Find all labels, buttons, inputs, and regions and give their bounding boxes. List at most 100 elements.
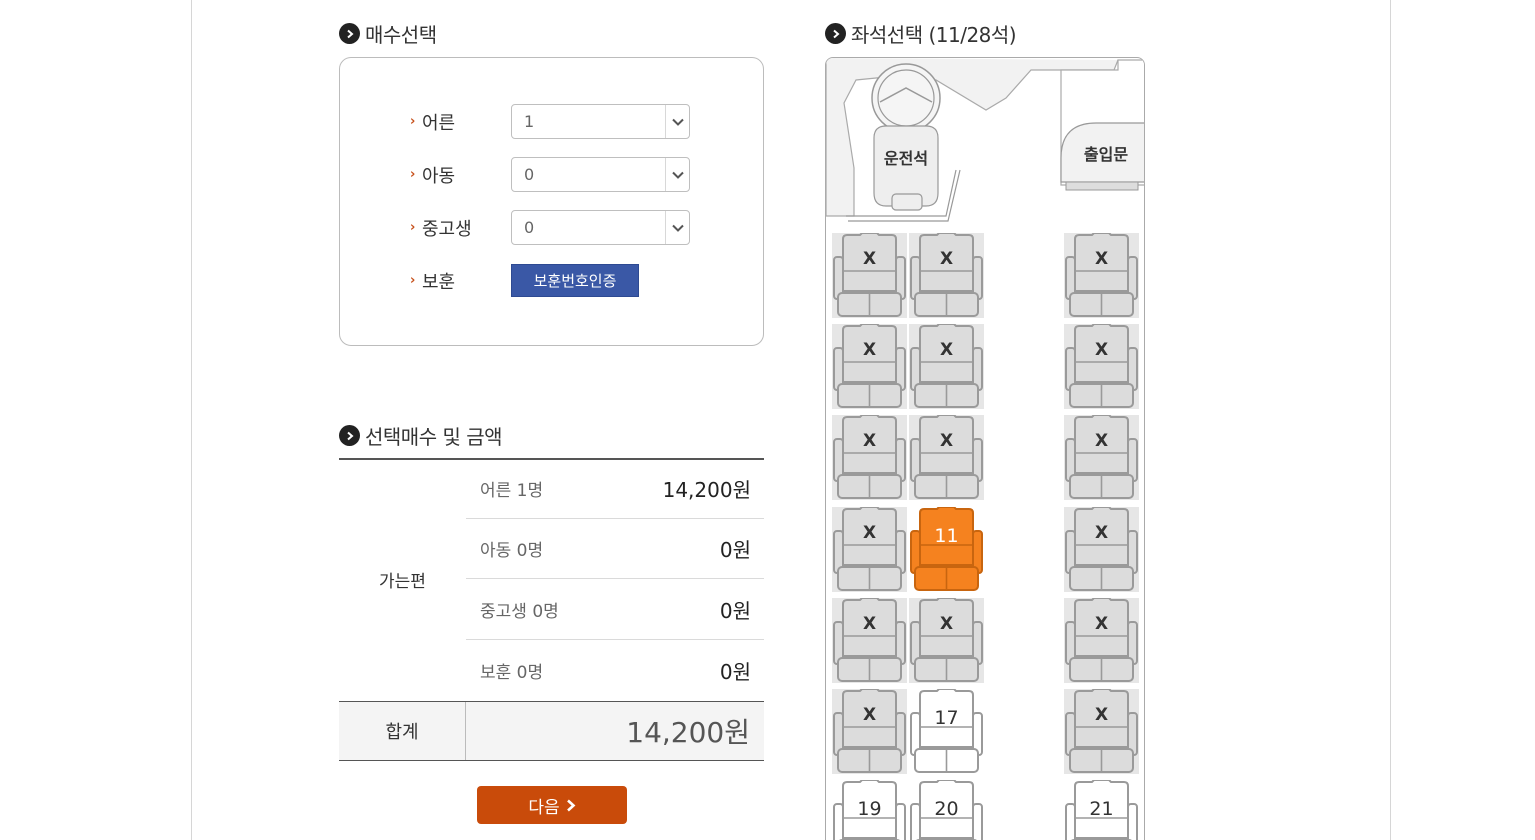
seat-shape [910, 689, 983, 773]
ticket-count-title: 매수선택 [339, 19, 437, 48]
seat-shape [909, 415, 984, 500]
seat-number: X [939, 340, 954, 360]
bullet-arrow-icon: › [410, 220, 416, 235]
veteran-verify-button[interactable]: 보훈번호인증 [511, 264, 639, 297]
adult-count-value: 1 [524, 112, 535, 131]
veteran-label: 보훈 [422, 271, 456, 293]
chevron-down-icon [665, 105, 689, 138]
price-row-value: 0원 [719, 538, 751, 562]
seat-number: 20 [934, 798, 959, 820]
route-label: 가는편 [379, 572, 426, 592]
bullet-arrow-icon: › [410, 167, 416, 182]
chevron-right-icon [566, 799, 576, 811]
student-label: 중고생 [422, 218, 472, 240]
door-label: 출입문 [1083, 145, 1129, 164]
seat-shape [1064, 689, 1139, 774]
price-row-value: 0원 [719, 659, 751, 684]
seat-11[interactable]: 11 [909, 507, 984, 592]
price-row-value: 0원 [719, 599, 751, 623]
chevron-circle-icon [339, 23, 360, 44]
seat-number: X [939, 431, 954, 451]
seat-sold: X [1064, 415, 1139, 500]
seat-number: X [1094, 614, 1109, 634]
seat-sold: X [1064, 507, 1139, 592]
seat-number: X [939, 249, 954, 269]
price-row: 아동 0명 0원 [466, 519, 764, 579]
seat-shape [910, 507, 983, 591]
seat-number: X [862, 614, 877, 634]
seat-number: 21 [1089, 798, 1114, 820]
child-count-select[interactable]: 0 [511, 157, 690, 192]
bullet-arrow-icon: › [410, 273, 416, 288]
seat-selection-title: 좌석선택 (11/28석) [825, 19, 1017, 48]
price-row-label: 보훈 0명 [480, 662, 544, 683]
seat-number: X [862, 340, 877, 360]
seat-number: X [1094, 705, 1109, 725]
student-count-select[interactable]: 0 [511, 210, 690, 245]
child-row: › 아동 0 [410, 157, 690, 192]
seat-shape [832, 689, 907, 774]
adult-row: › 어른 1 [410, 104, 690, 139]
seat-shape [832, 233, 907, 318]
child-label: 아동 [422, 165, 456, 187]
total-row: 합계 14,200원 [339, 701, 764, 761]
seat-shape [1064, 598, 1139, 683]
seat-sold: X [832, 598, 907, 683]
seat-number: X [939, 614, 954, 634]
price-row-label: 아동 0명 [480, 541, 544, 561]
ticket-count-title-text: 매수선택 [365, 23, 437, 47]
seat-sold: X [1064, 598, 1139, 683]
seat-number: 11 [934, 525, 959, 547]
bus-seat-map: 운전석 출입문 X X X X X X X X X X 11 X X X X X 17 X 19 20 21 [825, 57, 1145, 840]
seat-sold: X [832, 689, 907, 774]
seat-shape [909, 598, 984, 683]
seat-shape [1064, 233, 1139, 318]
seat-number: X [862, 705, 877, 725]
seat-21[interactable]: 21 [1064, 780, 1139, 840]
adult-label: 어른 [422, 112, 456, 134]
seat-number: X [862, 249, 877, 269]
seat-number: X [862, 431, 877, 451]
content-frame-left-border [191, 0, 192, 840]
chevron-circle-icon [825, 23, 846, 44]
price-row: 중고생 0명 0원 [466, 580, 764, 640]
seat-selection-title-text: 좌석선택 (11/28석) [851, 23, 1017, 47]
seat-sold: X [1064, 689, 1139, 774]
chevron-down-icon [665, 211, 689, 244]
seat-sold: X [1064, 233, 1139, 318]
seat-number: X [862, 523, 877, 543]
chevron-circle-icon [339, 425, 360, 446]
seat-sold: X [909, 598, 984, 683]
seat-shape [1064, 507, 1139, 592]
seat-number: X [1094, 431, 1109, 451]
seat-number: X [1094, 523, 1109, 543]
next-button[interactable]: 다음 [477, 786, 627, 824]
student-row: › 중고생 0 [410, 210, 690, 245]
seat-number: X [1094, 340, 1109, 360]
seat-shape [1064, 324, 1139, 409]
price-row-label: 어른 1명 [480, 481, 544, 501]
seat-shape [832, 507, 907, 592]
seat-19[interactable]: 19 [832, 780, 907, 840]
price-summary-title: 선택매수 및 금액 [339, 421, 503, 450]
price-row: 어른 1명 14,200원 [466, 459, 764, 519]
seat-shape [909, 324, 984, 409]
total-value: 14,200원 [626, 716, 750, 749]
seat-sold: X [832, 233, 907, 318]
ticket-count-box: › 어른 1 › 아동 0 › 중고생 0 › 보훈 보훈번호인증 [339, 57, 764, 346]
seat-sold: X [832, 415, 907, 500]
adult-count-select[interactable]: 1 [511, 104, 690, 139]
seat-sold: X [909, 233, 984, 318]
driver-seat-label: 운전석 [883, 149, 929, 168]
seat-17[interactable]: 17 [909, 689, 984, 774]
seat-shape [909, 233, 984, 318]
seat-20[interactable]: 20 [909, 780, 984, 840]
seat-shape [1064, 415, 1139, 500]
seat-number: X [1094, 249, 1109, 269]
seat-shape [832, 415, 907, 500]
bullet-arrow-icon: › [410, 114, 416, 129]
price-row-value: 14,200원 [662, 478, 751, 502]
seat-sold: X [832, 507, 907, 592]
seat-sold: X [1064, 324, 1139, 409]
price-row-label: 중고생 0명 [480, 602, 559, 622]
